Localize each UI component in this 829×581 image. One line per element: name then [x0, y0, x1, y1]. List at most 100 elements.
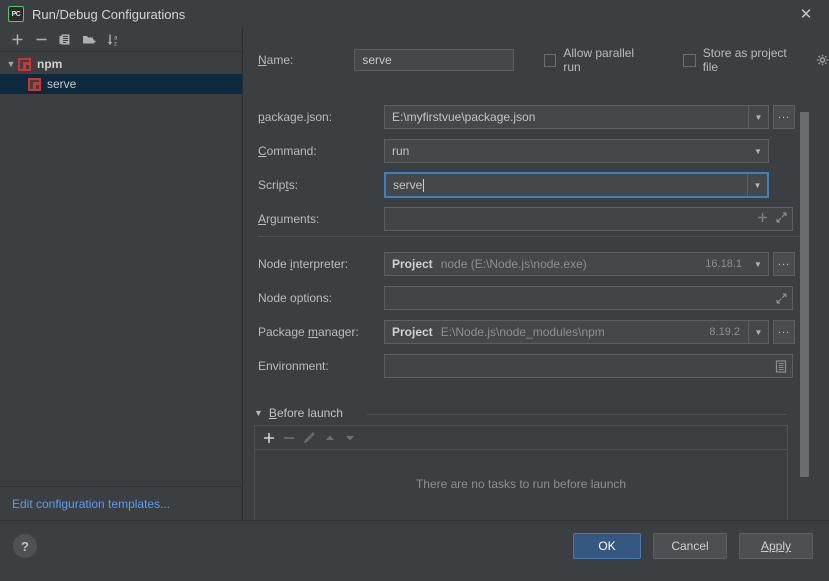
edit-task-button — [303, 431, 316, 444]
store-as-project-file-checkbox[interactable]: Store as project file — [682, 46, 829, 74]
run-debug-configurations-dialog: PC Run/Debug Configurations ✕ a z ▼ npm … — [0, 0, 829, 581]
section-divider — [258, 236, 803, 237]
package-json-label: package.json: — [258, 110, 333, 124]
node-interpreter-combo[interactable]: Project node (E:\Node.js\node.exe) 16.18… — [384, 252, 769, 276]
remove-task-button — [283, 432, 295, 444]
expand-icon[interactable] — [776, 212, 787, 226]
new-folder-button[interactable] — [78, 30, 100, 50]
name-input[interactable]: serve — [354, 49, 514, 71]
before-launch-empty-message: There are no tasks to run before launch — [415, 477, 627, 491]
package-json-value: E:\myfirstvue\package.json — [392, 110, 536, 124]
checkbox-box — [543, 53, 557, 67]
page-title: Run/Debug Configurations — [32, 6, 186, 22]
arguments-label: Arguments: — [258, 212, 320, 226]
package-json-combo[interactable]: E:\myfirstvue\package.json ▼ — [384, 105, 769, 129]
move-task-down-button — [344, 432, 356, 444]
tree-item-label: serve — [47, 77, 77, 91]
expand-icon[interactable] — [776, 287, 787, 309]
package-manager-version: 8.19.2 — [709, 326, 740, 338]
node-interpreter-label: Node interpreter: — [258, 257, 349, 271]
configurations-toolbar: a z — [0, 28, 242, 52]
name-label: Name: — [258, 53, 294, 67]
add-argument-icon[interactable] — [757, 212, 768, 226]
apply-button-label: Apply — [760, 539, 792, 553]
command-label: Command: — [258, 144, 317, 158]
scripts-value: serve — [393, 178, 423, 192]
chevron-down-icon[interactable]: ▼ — [254, 408, 263, 418]
apply-button[interactable]: Apply — [739, 533, 813, 559]
configurations-tree: ▼ npm serve — [0, 52, 242, 94]
cancel-button[interactable]: Cancel — [653, 533, 727, 559]
environment-variables-icon[interactable] — [775, 355, 787, 377]
text-caret — [423, 178, 425, 192]
command-combo[interactable]: run ▼ — [384, 139, 769, 163]
before-launch-header[interactable]: ▼ Before launch — [254, 406, 343, 420]
tree-group-label: npm — [37, 57, 63, 71]
ok-button[interactable]: OK — [573, 533, 641, 559]
tree-item-serve[interactable]: serve — [0, 74, 242, 94]
gear-icon[interactable] — [816, 54, 829, 67]
svg-text:z: z — [114, 41, 117, 47]
before-launch-tasks-panel: There are no tasks to run before launch — [254, 425, 788, 520]
configurations-list-panel: a z ▼ npm serve Edit configuration templ… — [0, 28, 243, 520]
command-value: run — [392, 144, 410, 158]
package-manager-combo[interactable]: Project E:\Node.js\node_modules\npm 8.19… — [384, 320, 769, 344]
npm-icon — [28, 77, 41, 91]
node-interpreter-prefix: Project — [392, 257, 433, 271]
chevron-down-icon[interactable]: ▼ — [748, 106, 768, 128]
npm-icon — [18, 57, 31, 71]
move-task-up-button — [324, 432, 336, 444]
command-row: Command: run ▼ — [258, 139, 769, 163]
add-task-button[interactable] — [263, 432, 275, 444]
before-launch-toolbar — [255, 426, 787, 450]
scripts-row: Scripts: serve ▼ — [258, 172, 769, 198]
name-row: Name: serve Allow parallel run Store as … — [258, 46, 829, 74]
arguments-row: Arguments: — [258, 207, 793, 231]
scripts-combo[interactable]: serve ▼ — [384, 172, 769, 198]
package-json-row: package.json: E:\myfirstvue\package.json… — [258, 105, 795, 129]
environment-input[interactable] — [384, 354, 793, 378]
add-configuration-button[interactable] — [6, 30, 28, 50]
close-icon[interactable]: ✕ — [783, 0, 829, 28]
form-vertical-scrollbar[interactable] — [800, 112, 809, 477]
environment-label: Environment: — [258, 359, 329, 373]
node-interpreter-version: 16.18.1 — [705, 258, 742, 270]
edit-configuration-templates-link[interactable]: Edit configuration templates... — [12, 497, 170, 511]
dialog-footer: ? OK Cancel Apply — [0, 520, 829, 581]
allow-parallel-run-checkbox[interactable]: Allow parallel run — [543, 46, 653, 74]
before-launch-rule — [367, 414, 787, 415]
checkbox-box — [682, 53, 696, 67]
tree-group-npm[interactable]: ▼ npm — [0, 54, 242, 74]
remove-configuration-button[interactable] — [30, 30, 52, 50]
chevron-down-icon[interactable]: ▼ — [748, 140, 768, 162]
node-interpreter-value: node (E:\Node.js\node.exe) — [440, 257, 587, 271]
chevron-down-icon[interactable]: ▼ — [748, 253, 768, 275]
arguments-input[interactable] — [384, 207, 793, 231]
node-interpreter-row: Node interpreter: Project node (E:\Node.… — [258, 252, 795, 276]
before-launch-title: Before launch — [268, 406, 343, 420]
node-options-input[interactable] — [384, 286, 793, 310]
chevron-down-icon[interactable]: ▼ — [748, 321, 768, 343]
package-manager-browse-button[interactable]: ... — [773, 320, 795, 344]
pycharm-icon: PC — [8, 6, 24, 22]
arguments-icons — [757, 208, 787, 230]
chevron-down-icon[interactable]: ▼ — [747, 174, 767, 196]
environment-row: Environment: — [258, 354, 793, 378]
node-options-label: Node options: — [258, 291, 333, 305]
package-manager-row: Package manager: Project E:\Node.js\node… — [258, 320, 795, 344]
chevron-down-icon[interactable]: ▼ — [4, 59, 18, 69]
copy-configuration-button[interactable] — [54, 30, 76, 50]
dialog-title-bar: PC Run/Debug Configurations ✕ — [0, 0, 829, 28]
package-manager-label: Package manager: — [258, 325, 359, 339]
scripts-label: Scripts: — [258, 178, 299, 192]
allow-parallel-run-label: Allow parallel run — [563, 46, 635, 74]
configuration-form-panel: Name: serve Allow parallel run Store as … — [244, 28, 829, 520]
package-manager-value: E:\Node.js\node_modules\npm — [440, 325, 605, 339]
store-as-project-file-label: Store as project file — [702, 46, 787, 74]
left-panel-footer: Edit configuration templates... — [0, 486, 243, 520]
node-interpreter-browse-button[interactable]: ... — [773, 252, 795, 276]
sort-az-icon[interactable]: a z — [102, 30, 124, 50]
help-button[interactable]: ? — [13, 534, 37, 558]
package-manager-prefix: Project — [392, 325, 433, 339]
package-json-browse-button[interactable]: ... — [773, 105, 795, 129]
